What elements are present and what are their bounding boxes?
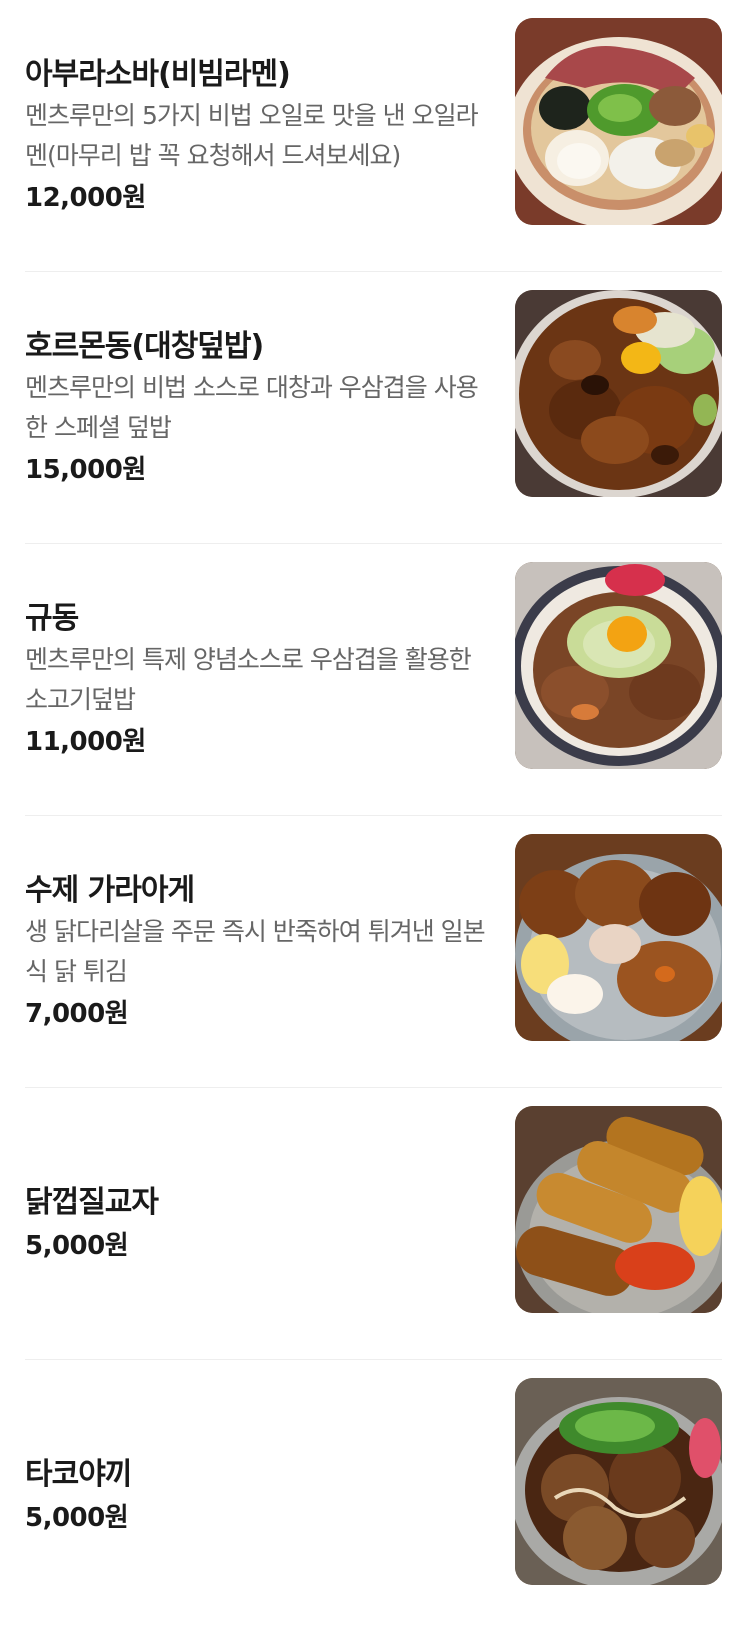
menu-item-name: 호르몬동(대창덮밥)	[25, 328, 264, 364]
takoyaki-photo[interactable]	[515, 1378, 722, 1585]
menu-item-description: 멘츠루만의 5가지 비법 오일로 맛을 낸 오일라멘(마무리 밥 꼭 요청해서 …	[25, 100, 479, 170]
menu-item-description: 생 닭다리살을 주문 즉시 반죽하여 튀겨낸 일본식 닭 튀김	[25, 916, 486, 986]
menu-item-name: 타코야끼	[25, 1457, 132, 1492]
menu-item-info: 규동 멘츠루만의 특제 양념소스로 우삼겹을 활용한 소고기덮밥 11,000원	[25, 544, 495, 815]
menu-item-name: 규동	[25, 600, 79, 636]
hormone-don-photo[interactable]	[515, 290, 722, 497]
menu-item-price: 7,000원	[25, 998, 129, 1029]
karaage-photo[interactable]	[515, 834, 722, 1041]
menu-item-gyudon[interactable]: 규동 멘츠루만의 특제 양념소스로 우삼겹을 활용한 소고기덮밥 11,000원	[25, 544, 722, 816]
menu-item-hormone-don[interactable]: 호르몬동(대창덮밥) 멘츠루만의 비법 소스로 대창과 우삼겹을 사용한 스페셜…	[25, 272, 722, 544]
gyudon-image	[515, 562, 722, 769]
menu-item-name: 닭껍질교자	[25, 1184, 159, 1220]
menu-item-takoyaki[interactable]: 타코야끼 5,000원	[25, 1360, 722, 1632]
menu-item-name: 수제 가라아게	[25, 872, 195, 908]
menu-item-karaage[interactable]: 수제 가라아게 생 닭다리살을 주문 즉시 반죽하여 튀겨낸 일본식 닭 튀김 …	[25, 816, 722, 1088]
menu-item-price: 5,000원	[25, 1230, 129, 1261]
menu-item-price: 12,000원	[25, 182, 146, 213]
abura-soba-photo[interactable]	[515, 18, 722, 225]
menu-item-description: 멘츠루만의 특제 양념소스로 우삼겹을 활용한 소고기덮밥	[25, 644, 472, 714]
menu-item-info: 아부라소바(비빔라멘) 멘츠루만의 5가지 비법 오일로 맛을 낸 오일라멘(마…	[25, 0, 495, 271]
menu-item-description: 멘츠루만의 비법 소스로 대창과 우삼겹을 사용한 스페셜 덮밥	[25, 372, 479, 442]
menu-item-info: 호르몬동(대창덮밥) 멘츠루만의 비법 소스로 대창과 우삼겹을 사용한 스페셜…	[25, 272, 495, 543]
menu-item-abura-soba[interactable]: 아부라소바(비빔라멘) 멘츠루만의 5가지 비법 오일로 맛을 낸 오일라멘(마…	[25, 0, 722, 272]
menu-item-price: 11,000원	[25, 726, 146, 757]
gyudon-photo[interactable]	[515, 562, 722, 769]
menu-list: 아부라소바(비빔라멘) 멘츠루만의 5가지 비법 오일로 맛을 낸 오일라멘(마…	[0, 0, 746, 1624]
karaage-image	[515, 834, 722, 1041]
menu-item-info: 타코야끼 5,000원	[25, 1360, 495, 1632]
menu-item-price: 15,000원	[25, 454, 146, 485]
takoyaki-image	[515, 1378, 722, 1585]
chicken-skin-gyoza-photo[interactable]	[515, 1106, 722, 1313]
chicken-skin-gyoza-image	[515, 1106, 722, 1313]
menu-item-info: 닭껍질교자 5,000원	[25, 1088, 495, 1359]
menu-item-chicken-skin-gyoza[interactable]: 닭껍질교자 5,000원	[25, 1088, 722, 1360]
menu-item-price: 5,000원	[25, 1503, 129, 1533]
abura-soba-image	[515, 18, 722, 225]
menu-item-name: 아부라소바(비빔라멘)	[25, 56, 291, 92]
hormone-don-image	[515, 290, 722, 497]
menu-item-info: 수제 가라아게 생 닭다리살을 주문 즉시 반죽하여 튀겨낸 일본식 닭 튀김 …	[25, 816, 495, 1087]
